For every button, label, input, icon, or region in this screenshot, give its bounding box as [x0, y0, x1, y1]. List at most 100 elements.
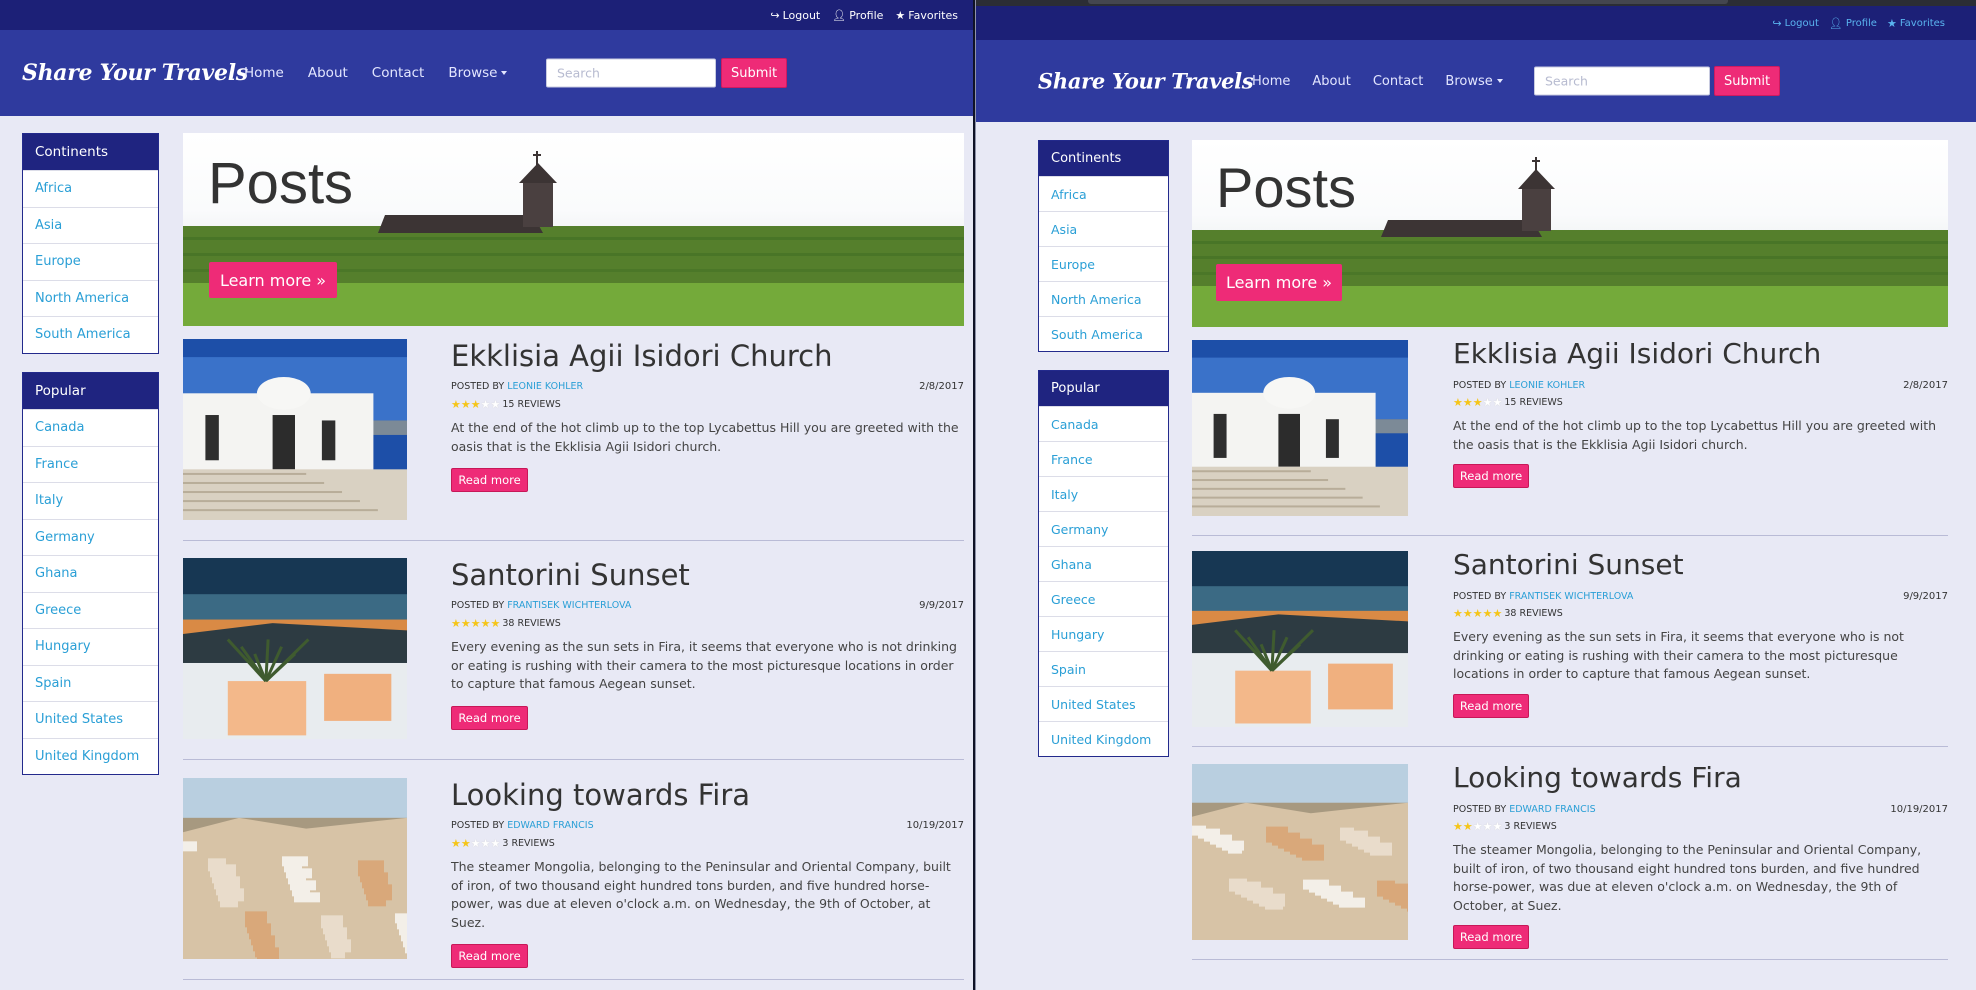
submit-button[interactable]: Submit	[1714, 66, 1781, 96]
post-thumbnail[interactable]	[183, 339, 407, 520]
popular-panel: Popular Canada France Italy Germany Ghana Gre…	[1038, 370, 1169, 757]
post-excerpt: At the end of the hot climb up to the to…	[1453, 418, 1937, 452]
brand-logo[interactable]: Share Your Travels	[22, 60, 248, 86]
favorites-link[interactable]: ★ Favorites	[1887, 18, 1945, 29]
logout-link[interactable]: ↪ Logout	[1772, 18, 1818, 29]
post-byline: POSTED BY EDWARD FRANCIS	[1453, 804, 1596, 815]
sidebar-item-greece[interactable]: Greece	[23, 591, 158, 629]
sidebar-item-france[interactable]: France	[23, 445, 158, 483]
logout-link[interactable]: ↪ Logout	[770, 9, 820, 22]
nav-browse-dropdown[interactable]: Browse	[448, 65, 508, 81]
sidebar-item-united-kingdom[interactable]: United Kingdom	[1039, 721, 1168, 756]
post-thumbnail[interactable]	[183, 558, 407, 739]
star-filled-icon: ★	[470, 617, 481, 630]
sidebar-item-canada[interactable]: Canada	[1039, 406, 1168, 441]
post-title[interactable]: Ekklisia Agii Isidori Church	[1453, 340, 1821, 368]
search-input[interactable]	[546, 58, 716, 88]
post-rating: ★ ★ ★ ★ ★ 15 REVIEWS	[1453, 397, 1563, 408]
post-thumbnail[interactable]	[183, 778, 407, 959]
sidebar-item-canada[interactable]: Canada	[23, 409, 158, 446]
post-thumbnail[interactable]	[1192, 764, 1408, 940]
post-thumbnail[interactable]	[1192, 340, 1408, 516]
caret-down-icon	[1496, 79, 1503, 83]
post-author-link[interactable]: EDWARD FRANCIS	[1509, 804, 1595, 815]
nav-about[interactable]: About	[1312, 74, 1350, 89]
star-filled-icon: ★	[1472, 396, 1483, 409]
sidebar-item-germany[interactable]: Germany	[23, 518, 158, 556]
star-filled-icon: ★	[490, 617, 501, 630]
nav-contact[interactable]: Contact	[1373, 74, 1424, 89]
search-input[interactable]	[1534, 66, 1710, 96]
sidebar-item-europe[interactable]: Europe	[1039, 246, 1168, 281]
sidebar-item-germany[interactable]: Germany	[1039, 511, 1168, 546]
learn-more-button[interactable]: Learn more »	[1216, 264, 1342, 301]
sidebar-item-italy[interactable]: Italy	[23, 482, 158, 519]
sidebar-item-united-kingdom[interactable]: United Kingdom	[23, 737, 158, 775]
post-author-link[interactable]: FRANTISEK WICHTERLOVA	[507, 600, 631, 611]
sidebar-item-greece[interactable]: Greece	[1039, 581, 1168, 616]
favorites-link[interactable]: ★ Favorites	[895, 9, 958, 22]
star-filled-icon: ★	[1453, 820, 1463, 833]
hero-title: Posts	[208, 151, 354, 216]
post-author-link[interactable]: FRANTISEK WICHTERLOVA	[1509, 591, 1633, 602]
sidebar-item-asia[interactable]: Asia	[23, 206, 158, 244]
sidebar-item-hungary[interactable]: Hungary	[23, 628, 158, 665]
caret-down-icon	[501, 71, 508, 75]
read-more-button[interactable]: Read more	[451, 944, 528, 968]
star-filled-icon: ★	[1482, 607, 1493, 620]
nav-about[interactable]: About	[308, 65, 348, 81]
sidebar-item-south-america[interactable]: South America	[1039, 316, 1168, 351]
continents-heading: Continents	[1039, 141, 1168, 176]
sidebar-item-france[interactable]: France	[1039, 441, 1168, 476]
read-more-button[interactable]: Read more	[451, 468, 528, 492]
profile-link[interactable]: 👤︎ Profile	[1829, 18, 1877, 29]
post-title[interactable]: Looking towards Fira	[1453, 764, 1742, 792]
review-count: 15 REVIEWS	[1504, 397, 1563, 408]
browser-window-left: ↪ Logout 👤︎ Profile ★ Favorites Share Your …	[0, 0, 973, 990]
sidebar-item-ghana[interactable]: Ghana	[23, 555, 158, 592]
post-title[interactable]: Santorini Sunset	[451, 561, 690, 590]
sidebar-item-north-america[interactable]: North America	[23, 279, 158, 317]
post-card: Looking towards Fira POSTED BY EDWARD FRA…	[183, 778, 964, 980]
sidebar-item-hungary[interactable]: Hungary	[1039, 616, 1168, 651]
read-more-button[interactable]: Read more	[1453, 694, 1529, 718]
sidebar-item-north-america[interactable]: North America	[1039, 281, 1168, 316]
sidebar-item-ghana[interactable]: Ghana	[1039, 546, 1168, 581]
sidebar-item-italy[interactable]: Italy	[1039, 476, 1168, 511]
nav-home[interactable]: Home	[244, 65, 284, 81]
posted-by-label: POSTED BY	[1453, 380, 1507, 391]
nav-browse-dropdown[interactable]: Browse	[1445, 74, 1503, 89]
nav-contact[interactable]: Contact	[372, 65, 425, 81]
sidebar-item-africa[interactable]: Africa	[23, 170, 158, 207]
review-count: 15 REVIEWS	[502, 399, 561, 410]
post-title[interactable]: Looking towards Fira	[451, 781, 750, 810]
brand-logo[interactable]: Share Your Travels	[1038, 69, 1254, 94]
read-more-button[interactable]: Read more	[451, 706, 528, 730]
post-thumbnail[interactable]	[1192, 551, 1408, 727]
submit-button[interactable]: Submit	[721, 58, 788, 88]
continents-panel: Continents Africa Asia Europe North America…	[1038, 140, 1169, 352]
post-date: 9/9/2017	[1903, 591, 1948, 602]
post-byline: POSTED BY LEONIE KOHLER	[1453, 380, 1585, 391]
post-excerpt: The steamer Mongolia, belonging to the P…	[451, 859, 951, 930]
sidebar-item-united-states[interactable]: United States	[1039, 686, 1168, 721]
read-more-button[interactable]: Read more	[1453, 464, 1529, 488]
sidebar-item-africa[interactable]: Africa	[1039, 176, 1168, 211]
sidebar-item-united-states[interactable]: United States	[23, 701, 158, 738]
sidebar-item-asia[interactable]: Asia	[1039, 211, 1168, 246]
post-title[interactable]: Ekklisia Agii Isidori Church	[451, 342, 832, 371]
learn-more-button[interactable]: Learn more »	[209, 262, 337, 298]
star-filled-icon: ★	[451, 617, 461, 630]
sidebar-item-spain[interactable]: Spain	[23, 664, 158, 702]
profile-link[interactable]: 👤︎ Profile	[832, 9, 883, 22]
sidebar-item-europe[interactable]: Europe	[23, 243, 158, 280]
post-author-link[interactable]: EDWARD FRANCIS	[507, 820, 593, 831]
post-author-link[interactable]: LEONIE KOHLER	[507, 381, 583, 392]
post-card: Ekklisia Agii Isidori Church POSTED BY LE…	[1192, 340, 1948, 540]
post-author-link[interactable]: LEONIE KOHLER	[1509, 380, 1585, 391]
sidebar-item-spain[interactable]: Spain	[1039, 651, 1168, 686]
post-title[interactable]: Santorini Sunset	[1453, 551, 1684, 579]
read-more-button[interactable]: Read more	[1453, 925, 1529, 949]
nav-home[interactable]: Home	[1252, 74, 1290, 89]
sidebar-item-south-america[interactable]: South America	[23, 316, 158, 353]
